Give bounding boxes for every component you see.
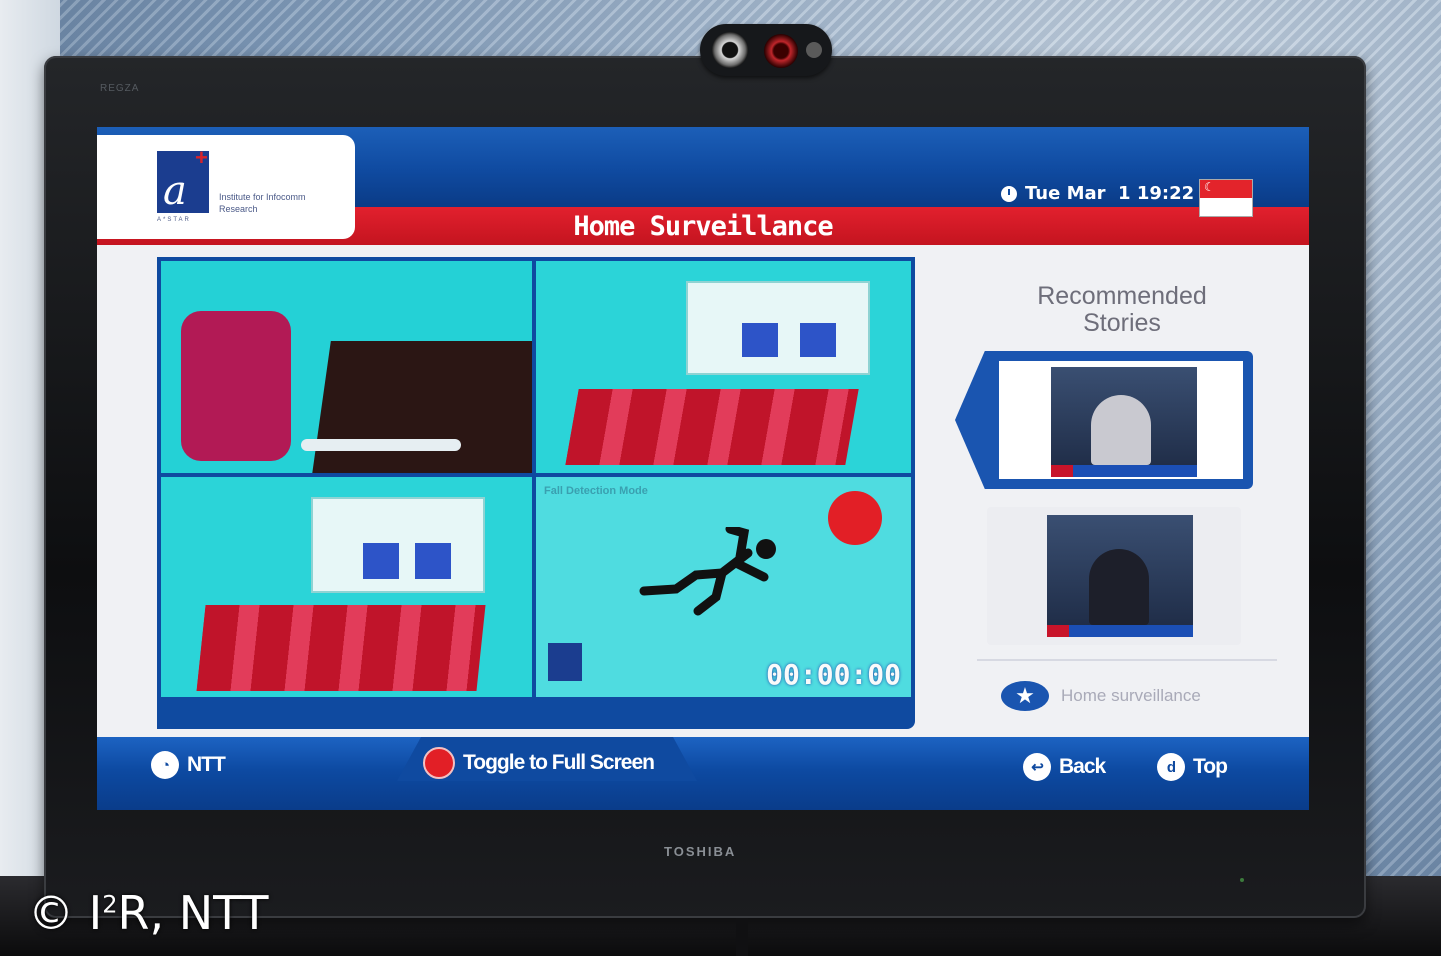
- top-icon: d: [1157, 753, 1185, 781]
- news-ticker: [1047, 625, 1193, 637]
- news-thumbnail-2: [1047, 515, 1193, 637]
- copyright-watermark: © I2R, NTT: [28, 886, 269, 940]
- tv-stand: [736, 918, 748, 956]
- red-button-icon: [423, 747, 455, 779]
- webcam-mic: [806, 42, 822, 58]
- camera-feed-fall-detection[interactable]: Fall Detection Mode 00:00:00: [536, 477, 911, 697]
- alert-indicator: [828, 491, 882, 545]
- datetime-text: Tue Mar 1 19:22: [1025, 183, 1195, 204]
- webcam-sensor: [764, 34, 798, 68]
- story-card[interactable]: [987, 507, 1241, 645]
- webcam: [700, 24, 832, 76]
- story-card-frame: [999, 361, 1243, 479]
- anchor-figure: [1089, 549, 1149, 625]
- top-label: Top: [1193, 755, 1228, 778]
- ntt-label: NTT: [187, 753, 226, 776]
- back-button[interactable]: ↩ Back: [1023, 753, 1106, 781]
- shelf-object: [311, 497, 485, 593]
- toggle-fullscreen-button[interactable]: Toggle to Full Screen: [423, 747, 655, 779]
- camera-feed-2[interactable]: [536, 261, 911, 473]
- tv-model-label: REGZA: [100, 83, 140, 94]
- back-label: Back: [1059, 755, 1106, 778]
- bed-object: [181, 311, 291, 461]
- top-button[interactable]: d Top: [1157, 753, 1228, 781]
- fall-person-icon: [639, 527, 776, 616]
- recommended-heading: Recommended Stories: [1037, 282, 1207, 337]
- rug-object: [565, 389, 859, 465]
- singapore-flag-icon: [1199, 179, 1253, 217]
- news-thumbnail-1: [1051, 367, 1197, 477]
- tv-screen: a + Institute for Infocomm Research A*ST…: [97, 127, 1309, 810]
- back-icon: ↩: [1023, 753, 1051, 781]
- ntt-button[interactable]: ◔ NTT: [151, 751, 226, 779]
- toggle-label: Toggle to Full Screen: [463, 751, 655, 774]
- rug-object: [196, 605, 486, 691]
- clock-icon: [1001, 185, 1017, 202]
- camera-feed-1[interactable]: [161, 261, 532, 473]
- tv-brand-label: TOSHIBA: [664, 844, 737, 859]
- webcam-lens: [712, 32, 748, 68]
- floor-shadow: [311, 341, 532, 473]
- anchor-figure: [1091, 395, 1151, 465]
- timecode: 00:00:00: [766, 658, 901, 691]
- story-card-selected[interactable]: [955, 351, 1253, 489]
- home-surveillance-link[interactable]: ★ Home surveillance: [1001, 681, 1201, 711]
- cane-object: [301, 439, 461, 451]
- star-icon: ★: [1001, 681, 1049, 711]
- page-title: Home Surveillance: [573, 211, 833, 242]
- datetime-display: Tue Mar 1 19:22: [1001, 183, 1194, 204]
- star-mark-icon: +: [195, 145, 208, 170]
- mode-label: Fall Detection Mode: [544, 485, 648, 497]
- ntt-icon: ◔: [151, 751, 179, 779]
- video-panel[interactable]: Fall Detection Mode 00:00:00: [157, 257, 915, 729]
- news-ticker: [1051, 465, 1197, 477]
- home-link-label: Home surveillance: [1061, 686, 1201, 705]
- footer-bar: ◔ NTT Toggle to Full Screen ↩ Back d Top: [97, 737, 1309, 810]
- camera-grid: Fall Detection Mode 00:00:00: [161, 261, 911, 697]
- power-led: [1240, 878, 1244, 882]
- sidebar-divider: [977, 659, 1277, 661]
- i2r-mini-logo-icon: [548, 643, 582, 681]
- shelf-object: [686, 281, 870, 375]
- camera-feed-3[interactable]: [161, 477, 532, 697]
